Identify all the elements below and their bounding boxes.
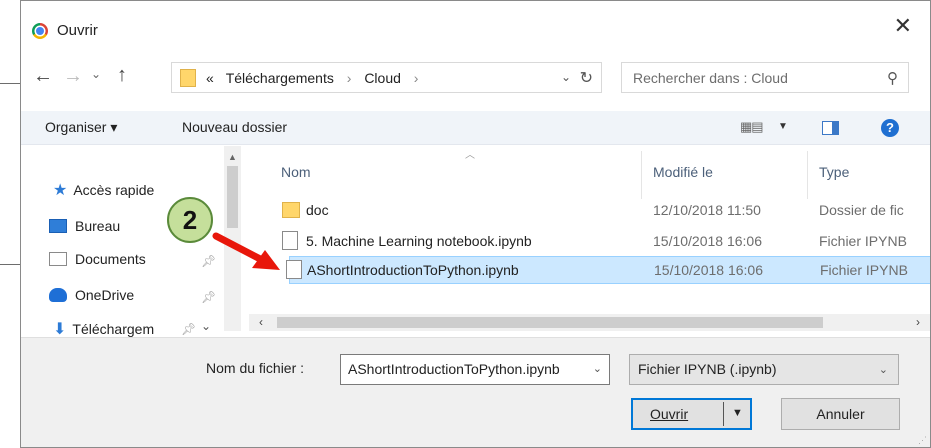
star-icon: ★ [53,182,68,199]
view-options-icon[interactable]: ▦▤ [740,119,764,135]
file-name: AShortIntroductionToPython.ipynb [307,262,519,278]
split-divider [723,402,724,426]
sidebar-item-label: Téléchargem [72,321,155,337]
file-type: Fichier IPYNB [820,262,908,278]
file-type: Fichier IPYNB [819,233,907,249]
step-badge: 2 [167,197,213,243]
sidebar-item-documents[interactable]: Documents [49,251,146,267]
scrollbar-thumb[interactable] [227,166,238,228]
up-arrow-icon[interactable]: ↑ [117,64,127,87]
search-placeholder: Rechercher dans : Cloud [633,70,788,86]
sidebar-item-label: OneDrive [75,287,135,303]
sidebar-item-label: Documents [75,251,146,267]
documents-icon [49,252,67,266]
resize-grip-icon[interactable]: ⋰ [918,435,927,446]
breadcrumb-item-telechargements[interactable]: Téléchargements [226,70,334,86]
file-type: Dossier de fic [819,202,904,218]
file-modified: 12/10/2018 11:50 [653,202,761,218]
forward-arrow-icon[interactable]: → [63,65,83,88]
back-arrow-icon[interactable]: ← [33,65,53,88]
horizontal-scrollbar[interactable]: ‹ › [249,314,930,331]
title-bar: Ouvrir ✕ [21,1,930,61]
folder-icon [180,69,196,87]
dialog-footer: Nom du fichier : AShortIntroductionToPyt… [21,337,930,447]
file-row[interactable]: 5. Machine Learning notebook.ipynb 15/10… [271,229,930,253]
cancel-button-label: Annuler [816,406,865,422]
search-icon[interactable]: ⚲ [887,69,898,87]
cancel-button[interactable]: Annuler [781,398,900,430]
pin-icon: 📌︎ [201,290,217,304]
sidebar-item-onedrive[interactable]: OneDrive [49,287,134,303]
breadcrumb-separator-icon[interactable]: › [414,70,419,86]
sidebar-item-downloads[interactable]: ⬇ Téléchargem [53,319,154,339]
chevron-down-icon[interactable]: ▼ [732,407,743,419]
breadcrumb: « Téléchargements › Cloud › [206,70,427,86]
address-bar[interactable]: « Téléchargements › Cloud › ⌄ ↻ [171,62,602,93]
column-divider[interactable] [641,151,642,199]
chevron-down-icon[interactable]: ⌄ [561,70,571,84]
scroll-up-icon[interactable]: ▲ [228,152,237,162]
annotation-arrow [212,232,280,270]
sidebar-item-quick-access[interactable]: ★ Accès rapide [53,180,154,200]
scrollbar-thumb[interactable] [277,317,823,328]
filename-field[interactable]: AShortIntroductionToPython.ipynb ⌄ [340,354,610,385]
command-toolbar: Organiser ▾ Nouveau dossier ▦▤ ▼ ? [21,111,930,145]
chevron-down-icon[interactable]: ⌄ [201,319,211,333]
chevron-down-icon: ⌄ [878,364,888,376]
column-header-modified[interactable]: Modifié le [653,164,713,180]
organize-button[interactable]: Organiser ▾ [45,119,117,136]
filter-value: Fichier IPYNB (.ipynb) [638,361,777,377]
sidebar-item-desktop[interactable]: Bureau [49,218,120,234]
breadcrumb-separator-icon[interactable]: › [347,70,352,86]
sidebar-item-label: Accès rapide [73,182,155,198]
open-button[interactable]: Ouvrir ▼ [631,398,752,430]
chrome-icon [32,23,48,39]
preview-pane-icon[interactable] [822,121,839,135]
recent-locations-chevron-icon[interactable]: ⌄ [91,67,101,81]
search-input[interactable]: Rechercher dans : Cloud ⚲ [621,62,909,93]
pin-icon: 📌︎ [181,322,197,336]
file-name: 5. Machine Learning notebook.ipynb [306,233,532,249]
chevron-down-icon[interactable]: ⌄ [593,362,602,375]
help-icon[interactable]: ? [881,119,899,137]
refresh-icon[interactable]: ↻ [580,68,593,88]
filename-value: AShortIntroductionToPython.ipynb [348,361,560,377]
sort-ascending-icon: ︿ [465,150,475,161]
open-button-label: Ouvrir [650,406,689,422]
breadcrumb-item-cloud[interactable]: Cloud [364,70,401,86]
file-row-selected[interactable]: AShortIntroductionToPython.ipynb 15/10/2… [286,256,930,284]
sidebar-item-label: Bureau [75,218,121,234]
breadcrumb-overflow[interactable]: « [206,70,214,86]
desktop-icon [49,219,67,233]
scroll-right-icon[interactable]: › [916,315,920,329]
chevron-down-icon[interactable]: ▼ [778,121,788,132]
scroll-left-icon[interactable]: ‹ [259,315,263,329]
onedrive-icon [49,288,67,302]
close-icon[interactable]: ✕ [894,15,912,37]
file-modified: 15/10/2018 16:06 [654,262,763,278]
file-type-filter[interactable]: Fichier IPYNB (.ipynb) ⌄ [629,354,899,385]
column-divider[interactable] [807,151,808,199]
column-header-type[interactable]: Type [819,164,849,180]
file-name: doc [306,202,329,218]
new-folder-button[interactable]: Nouveau dossier [182,119,287,135]
filename-label: Nom du fichier : [206,360,305,376]
open-file-dialog: Ouvrir ✕ ← → ⌄ ↑ « Téléchargements › Clo… [20,0,931,448]
file-row[interactable]: doc 12/10/2018 11:50 Dossier de fic [271,198,930,222]
external-connector-line [0,264,22,265]
file-modified: 15/10/2018 16:06 [653,233,762,249]
column-header-name[interactable]: Nom [281,164,311,180]
external-connector-line [0,83,22,84]
folder-icon [282,202,300,218]
file-list: ︿ Nom Modifié le Type doc 12/10/2018 11:… [249,146,930,331]
window-title: Ouvrir [57,22,98,39]
download-icon: ⬇ [53,321,67,338]
